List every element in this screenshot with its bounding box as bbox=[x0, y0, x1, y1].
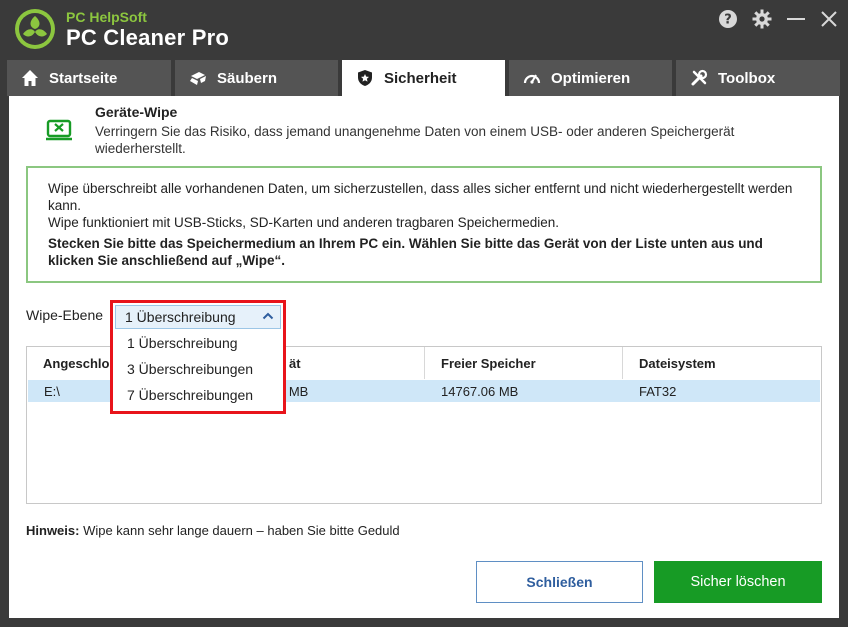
info-instruction: Stecken Sie bitte das Speichermedium an … bbox=[48, 236, 763, 268]
svg-text:?: ? bbox=[724, 13, 732, 28]
wipe-level-dropdown[interactable]: 1 Überschreibung 1 Überschreibung 3 Über… bbox=[110, 300, 286, 414]
brand-product: PC Cleaner Pro bbox=[66, 25, 229, 50]
speedometer-icon bbox=[523, 69, 541, 87]
hint-text: Hinweis: Wipe kann sehr lange dauern – h… bbox=[26, 523, 400, 538]
tools-icon bbox=[690, 69, 708, 87]
close-button[interactable]: Schließen bbox=[476, 561, 643, 603]
app-logo-icon bbox=[15, 9, 55, 49]
column-header-filesystem[interactable]: Dateisystem bbox=[623, 347, 821, 379]
wipe-level-label: Wipe-Ebene bbox=[26, 307, 104, 323]
gear-icon[interactable] bbox=[751, 8, 773, 30]
tab-optimieren[interactable]: Optimieren bbox=[509, 60, 672, 96]
dropdown-option[interactable]: 7 Überschreibungen bbox=[115, 382, 281, 408]
brand-company: PC HelpSoft bbox=[66, 9, 147, 25]
content-panel: Geräte-Wipe Verringern Sie das Risiko, d… bbox=[9, 96, 839, 618]
tab-toolbox[interactable]: Toolbox bbox=[676, 60, 840, 96]
chevron-up-icon bbox=[262, 312, 274, 320]
dropdown-option[interactable]: 1 Überschreibung bbox=[115, 330, 281, 356]
cell-size: 0 MB bbox=[278, 383, 309, 399]
tab-saeubern[interactable]: Säubern bbox=[175, 60, 338, 96]
page-description: Verringern Sie das Risiko, dass jemand u… bbox=[95, 124, 735, 156]
tab-startseite[interactable]: Startseite bbox=[7, 60, 171, 96]
minimize-icon[interactable] bbox=[785, 8, 807, 30]
column-header-free[interactable]: Freier Speicher bbox=[425, 347, 623, 379]
page-title: Geräte-Wipe bbox=[95, 104, 178, 120]
home-icon bbox=[21, 69, 39, 87]
secure-delete-button[interactable]: Sicher löschen bbox=[654, 561, 822, 603]
broom-icon bbox=[189, 69, 207, 87]
title-bar: PC HelpSoft PC Cleaner Pro ? bbox=[0, 0, 848, 60]
close-icon[interactable] bbox=[818, 8, 840, 30]
column-header-size[interactable]: ät bbox=[279, 347, 425, 379]
cell-free: 14767.06 MB bbox=[441, 383, 519, 399]
dropdown-option[interactable]: 3 Überschreibungen bbox=[115, 356, 281, 382]
device-wipe-icon bbox=[46, 119, 72, 141]
main-tabs: Startseite Säubern Sicherheit Optimieren… bbox=[0, 60, 848, 96]
wipe-level-select[interactable]: 1 Überschreibung bbox=[115, 305, 281, 329]
info-line: Wipe überschreibt alle vorhandenen Daten… bbox=[48, 181, 793, 213]
tab-sicherheit[interactable]: Sicherheit bbox=[342, 60, 505, 96]
info-box: Wipe überschreibt alle vorhandenen Daten… bbox=[26, 166, 822, 283]
cell-filesystem: FAT32 bbox=[639, 383, 677, 399]
help-icon[interactable]: ? bbox=[717, 8, 739, 30]
info-line: Wipe funktioniert mit USB-Sticks, SD-Kar… bbox=[48, 215, 559, 230]
shield-icon bbox=[356, 69, 374, 87]
